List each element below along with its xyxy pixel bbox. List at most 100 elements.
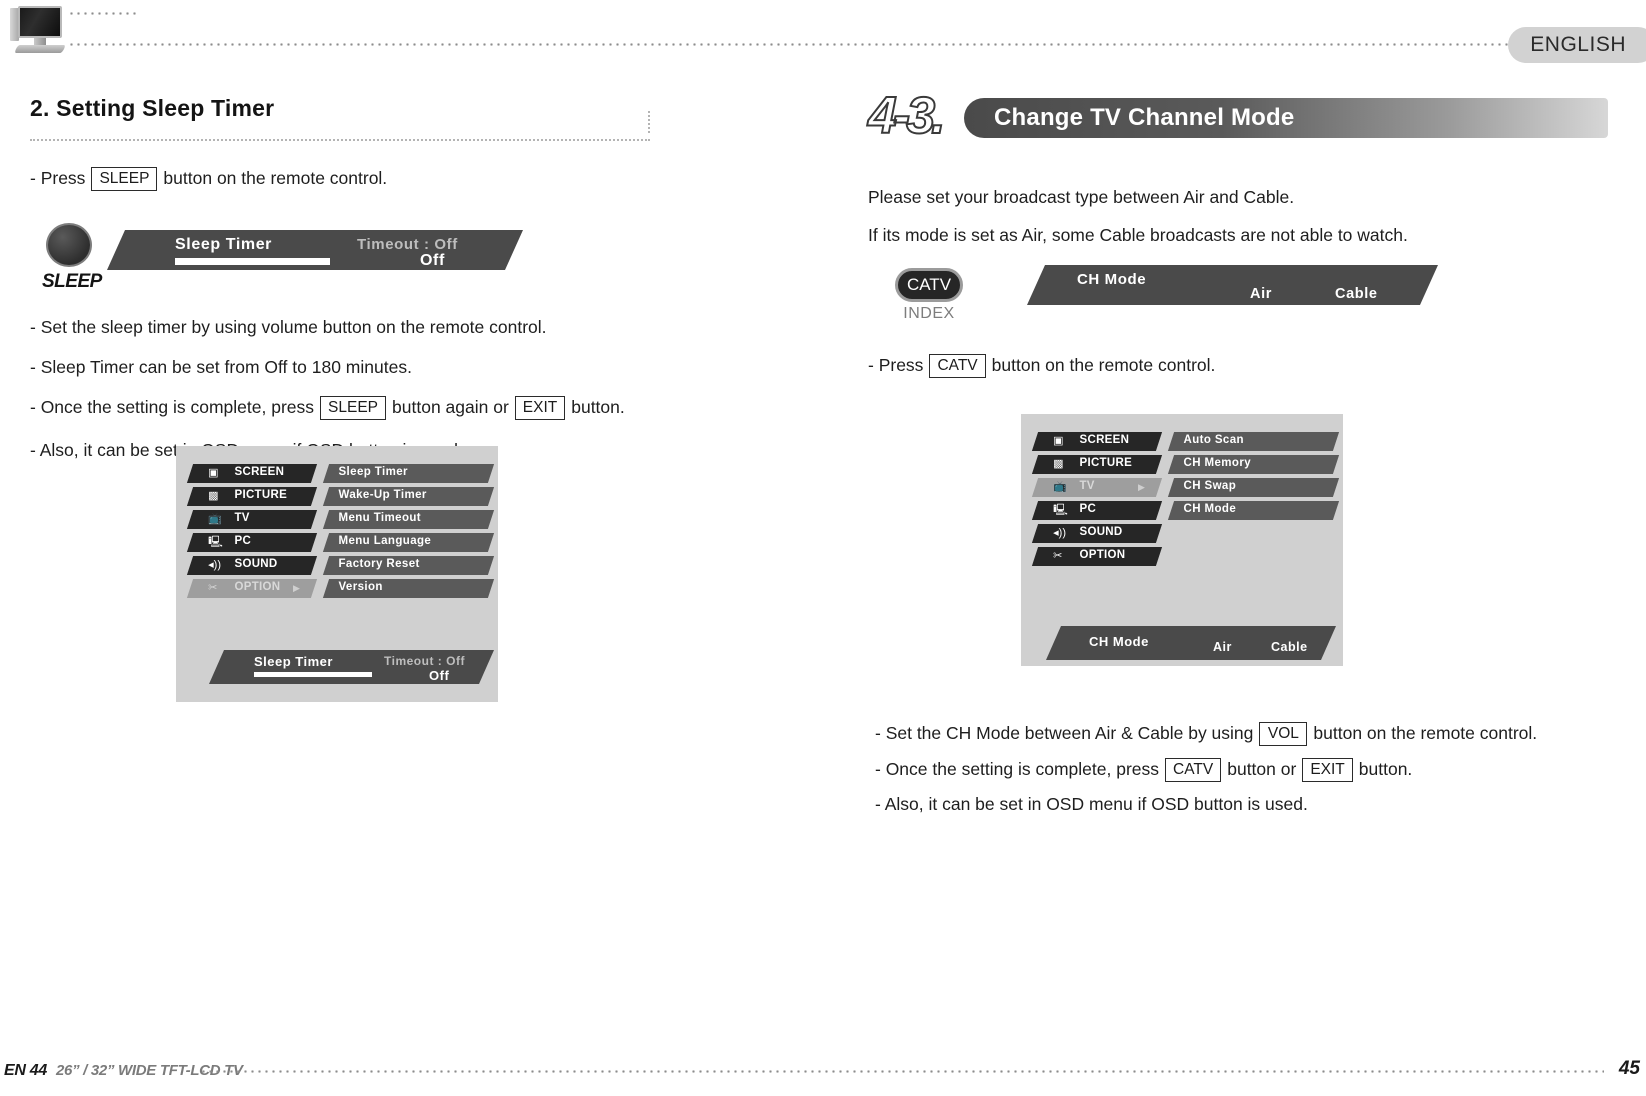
osd-foot-option-cable[interactable]: Cable <box>1271 640 1308 654</box>
bullet-text: - Set the sleep timer by using volume bu… <box>30 317 547 337</box>
bullet-suffix: button on the remote control. <box>1313 723 1538 744</box>
osd-menu-label: SCREEN <box>1079 434 1130 446</box>
osd-submenu-list: Sleep Timer Wake-Up Timer Menu Timeout M… <box>322 464 495 602</box>
key-catv-confirm[interactable]: CATV <box>1165 758 1222 782</box>
osd-menu-label: SOUND <box>1079 526 1123 538</box>
bullet-suffix: button. <box>1358 759 1413 780</box>
osd-foot-option-air[interactable]: Air <box>1213 640 1232 654</box>
osd-submenu-item-menu-language[interactable]: Menu Language <box>322 533 495 552</box>
osd-submenu-label: Menu Timeout <box>338 512 422 524</box>
picture-icon: ▩ <box>208 490 219 502</box>
osd-submenu-item-factory-reset[interactable]: Factory Reset <box>322 556 495 575</box>
osd-foot-meter <box>254 672 372 677</box>
osd-menu-item-screen[interactable]: ▣ SCREEN <box>1031 432 1163 451</box>
osd-menu-item-pc[interactable]: 🖳 PC <box>186 533 318 552</box>
osd-foot-timeout-label: Timeout : Off <box>384 654 465 668</box>
osd-menu-item-sound[interactable]: ◂)) SOUND <box>186 556 318 575</box>
intro-paragraph-1: Please set your broadcast type between A… <box>868 188 1608 207</box>
osd-menu-label: PC <box>234 535 252 547</box>
osd-sleep-timer-bar: Sleep Timer Timeout : Off Off <box>107 230 523 270</box>
bullet-text: - Also, it can be set in OSD menu if OSD… <box>875 794 1308 814</box>
osd-submenu-item-auto-scan[interactable]: Auto Scan <box>1167 432 1340 451</box>
osd-submenu-label: Wake-Up Timer <box>338 489 427 501</box>
catv-button-icon: CATV <box>895 268 963 302</box>
bullet-complete-ch: - Once the setting is complete, press CA… <box>875 758 1615 782</box>
osd-sleep-meter <box>175 258 330 265</box>
osd-submenu-item-wake-up-timer[interactable]: Wake-Up Timer <box>322 487 495 506</box>
osd-submenu-label: Auto Scan <box>1183 434 1244 446</box>
press-catv-suffix: button on the remote control. <box>991 355 1216 376</box>
press-sleep-suffix: button on the remote control. <box>163 168 388 189</box>
section-title-banner: Change TV Channel Mode <box>964 98 1608 138</box>
catv-button-label: CATV <box>906 275 952 294</box>
osd-menu-item-sound[interactable]: ◂)) SOUND <box>1031 524 1163 543</box>
right-column: 4-3. Change TV Channel Mode Please set y… <box>867 89 1608 378</box>
bullet-prefix: - Once the setting is complete, press <box>875 759 1160 780</box>
tv-monitor-icon <box>8 4 66 56</box>
right-bullets: - Set the CH Mode between Air & Cable by… <box>875 722 1615 814</box>
osd-menu-item-picture[interactable]: ▩ PICTURE <box>1031 455 1163 474</box>
osd-menu-label: TV <box>234 512 250 524</box>
osd-menu-item-option[interactable]: ✂ OPTION <box>1031 547 1163 566</box>
key-sleep[interactable]: SLEEP <box>91 167 158 191</box>
press-sleep-prefix: - Press <box>30 168 86 189</box>
sound-icon: ◂)) <box>208 559 222 571</box>
osd-menu-item-screen[interactable]: ▣ SCREEN <box>186 464 318 483</box>
osd-submenu-item-ch-swap[interactable]: CH Swap <box>1167 478 1340 497</box>
language-tab-label: ENGLISH <box>1530 33 1626 56</box>
osd-submenu-label: Sleep Timer <box>338 466 408 478</box>
section-title: Change TV Channel Mode <box>994 104 1295 131</box>
osd-menu-item-pc[interactable]: 🖳 PC <box>1031 501 1163 520</box>
osd-menu-label: SOUND <box>234 558 278 570</box>
sound-icon: ◂)) <box>1053 527 1067 539</box>
osd-panel-option: ▣ SCREEN ▩ PICTURE 📺 TV 🖳 PC ◂)) SOUND ✂ <box>176 446 498 702</box>
osd-submenu-label: CH Memory <box>1183 457 1252 469</box>
sleep-button-icon <box>46 223 92 267</box>
osd-menu-item-picture[interactable]: ▩ PICTURE <box>186 487 318 506</box>
osd-panel-footer-sleep-bar: Sleep Timer Timeout : Off Off <box>209 650 494 684</box>
osd-ch-mode-label: CH Mode <box>1077 271 1147 288</box>
pc-icon: 🖳 <box>1053 504 1068 516</box>
osd-submenu-item-ch-memory[interactable]: CH Memory <box>1167 455 1340 474</box>
bullet-text: - Sleep Timer can be set from Off to 180… <box>30 356 412 377</box>
footer-en-page: EN 44 <box>4 1062 47 1079</box>
bullet-range: - Sleep Timer can be set from Off to 180… <box>30 356 790 377</box>
picture-icon: ▩ <box>1053 458 1064 470</box>
section-number: 4-3. <box>867 87 947 145</box>
manual-page: ENGLISH 2. Setting Sleep Timer - Press S… <box>0 0 1646 1096</box>
key-vol[interactable]: VOL <box>1259 722 1308 746</box>
chevron-right-icon: ▶ <box>293 583 300 593</box>
osd-menu-label: SCREEN <box>234 466 285 478</box>
tv-icon: 📺 <box>208 513 222 525</box>
left-column: 2. Setting Sleep Timer - Press SLEEP but… <box>30 95 790 460</box>
osd-submenu-item-ch-mode[interactable]: CH Mode <box>1167 501 1340 520</box>
osd-menu-item-tv[interactable]: 📺 TV <box>186 510 318 529</box>
title-underline <box>30 111 650 141</box>
key-exit-ch[interactable]: EXIT <box>1302 758 1353 782</box>
osd-submenu-item-version[interactable]: Version <box>322 579 495 598</box>
header-dot-rule-short <box>68 12 140 15</box>
osd-foot-label: Sleep Timer <box>254 654 333 669</box>
osd-foot-value: Off <box>429 668 450 683</box>
bullet-osd-note-ch: - Also, it can be set in OSD menu if OSD… <box>875 794 1615 814</box>
option-icon: ✂ <box>208 582 218 594</box>
osd-ch-mode-option-air[interactable]: Air <box>1250 286 1272 302</box>
osd-menu-item-option[interactable]: ✂ OPTION ▶ <box>186 579 318 598</box>
osd-main-menu-list: ▣ SCREEN ▩ PICTURE 📺 TV 🖳 PC ◂)) SOUND ✂ <box>186 464 318 602</box>
bullet-set-ch-mode: - Set the CH Mode between Air & Cable by… <box>875 722 1615 746</box>
osd-panel-tv: ▣ SCREEN ▩ PICTURE 📺 TV ▶ 🖳 PC ◂)) SOUND <box>1021 414 1343 666</box>
page-footer: EN 44 26” / 32” WIDE TFT-LCD TV 45 <box>0 1050 1646 1096</box>
osd-submenu-item-menu-timeout[interactable]: Menu Timeout <box>322 510 495 529</box>
osd-ch-mode-bar: CH Mode Air Cable <box>1027 265 1438 305</box>
bullet-middle: button or <box>1227 759 1297 780</box>
osd-submenu-label: CH Mode <box>1183 503 1237 515</box>
osd-ch-mode-option-cable[interactable]: Cable <box>1335 286 1378 302</box>
osd-menu-item-tv[interactable]: 📺 TV ▶ <box>1031 478 1163 497</box>
key-exit[interactable]: EXIT <box>514 396 566 420</box>
osd-submenu-list: Auto Scan CH Memory CH Swap CH Mode <box>1167 432 1340 524</box>
osd-sleep-timeout-label: Timeout : Off <box>357 236 458 253</box>
key-catv[interactable]: CATV <box>929 354 986 378</box>
bullet-middle: button again or <box>392 397 509 418</box>
key-sleep-again[interactable]: SLEEP <box>320 396 387 420</box>
osd-submenu-item-sleep-timer[interactable]: Sleep Timer <box>322 464 495 483</box>
